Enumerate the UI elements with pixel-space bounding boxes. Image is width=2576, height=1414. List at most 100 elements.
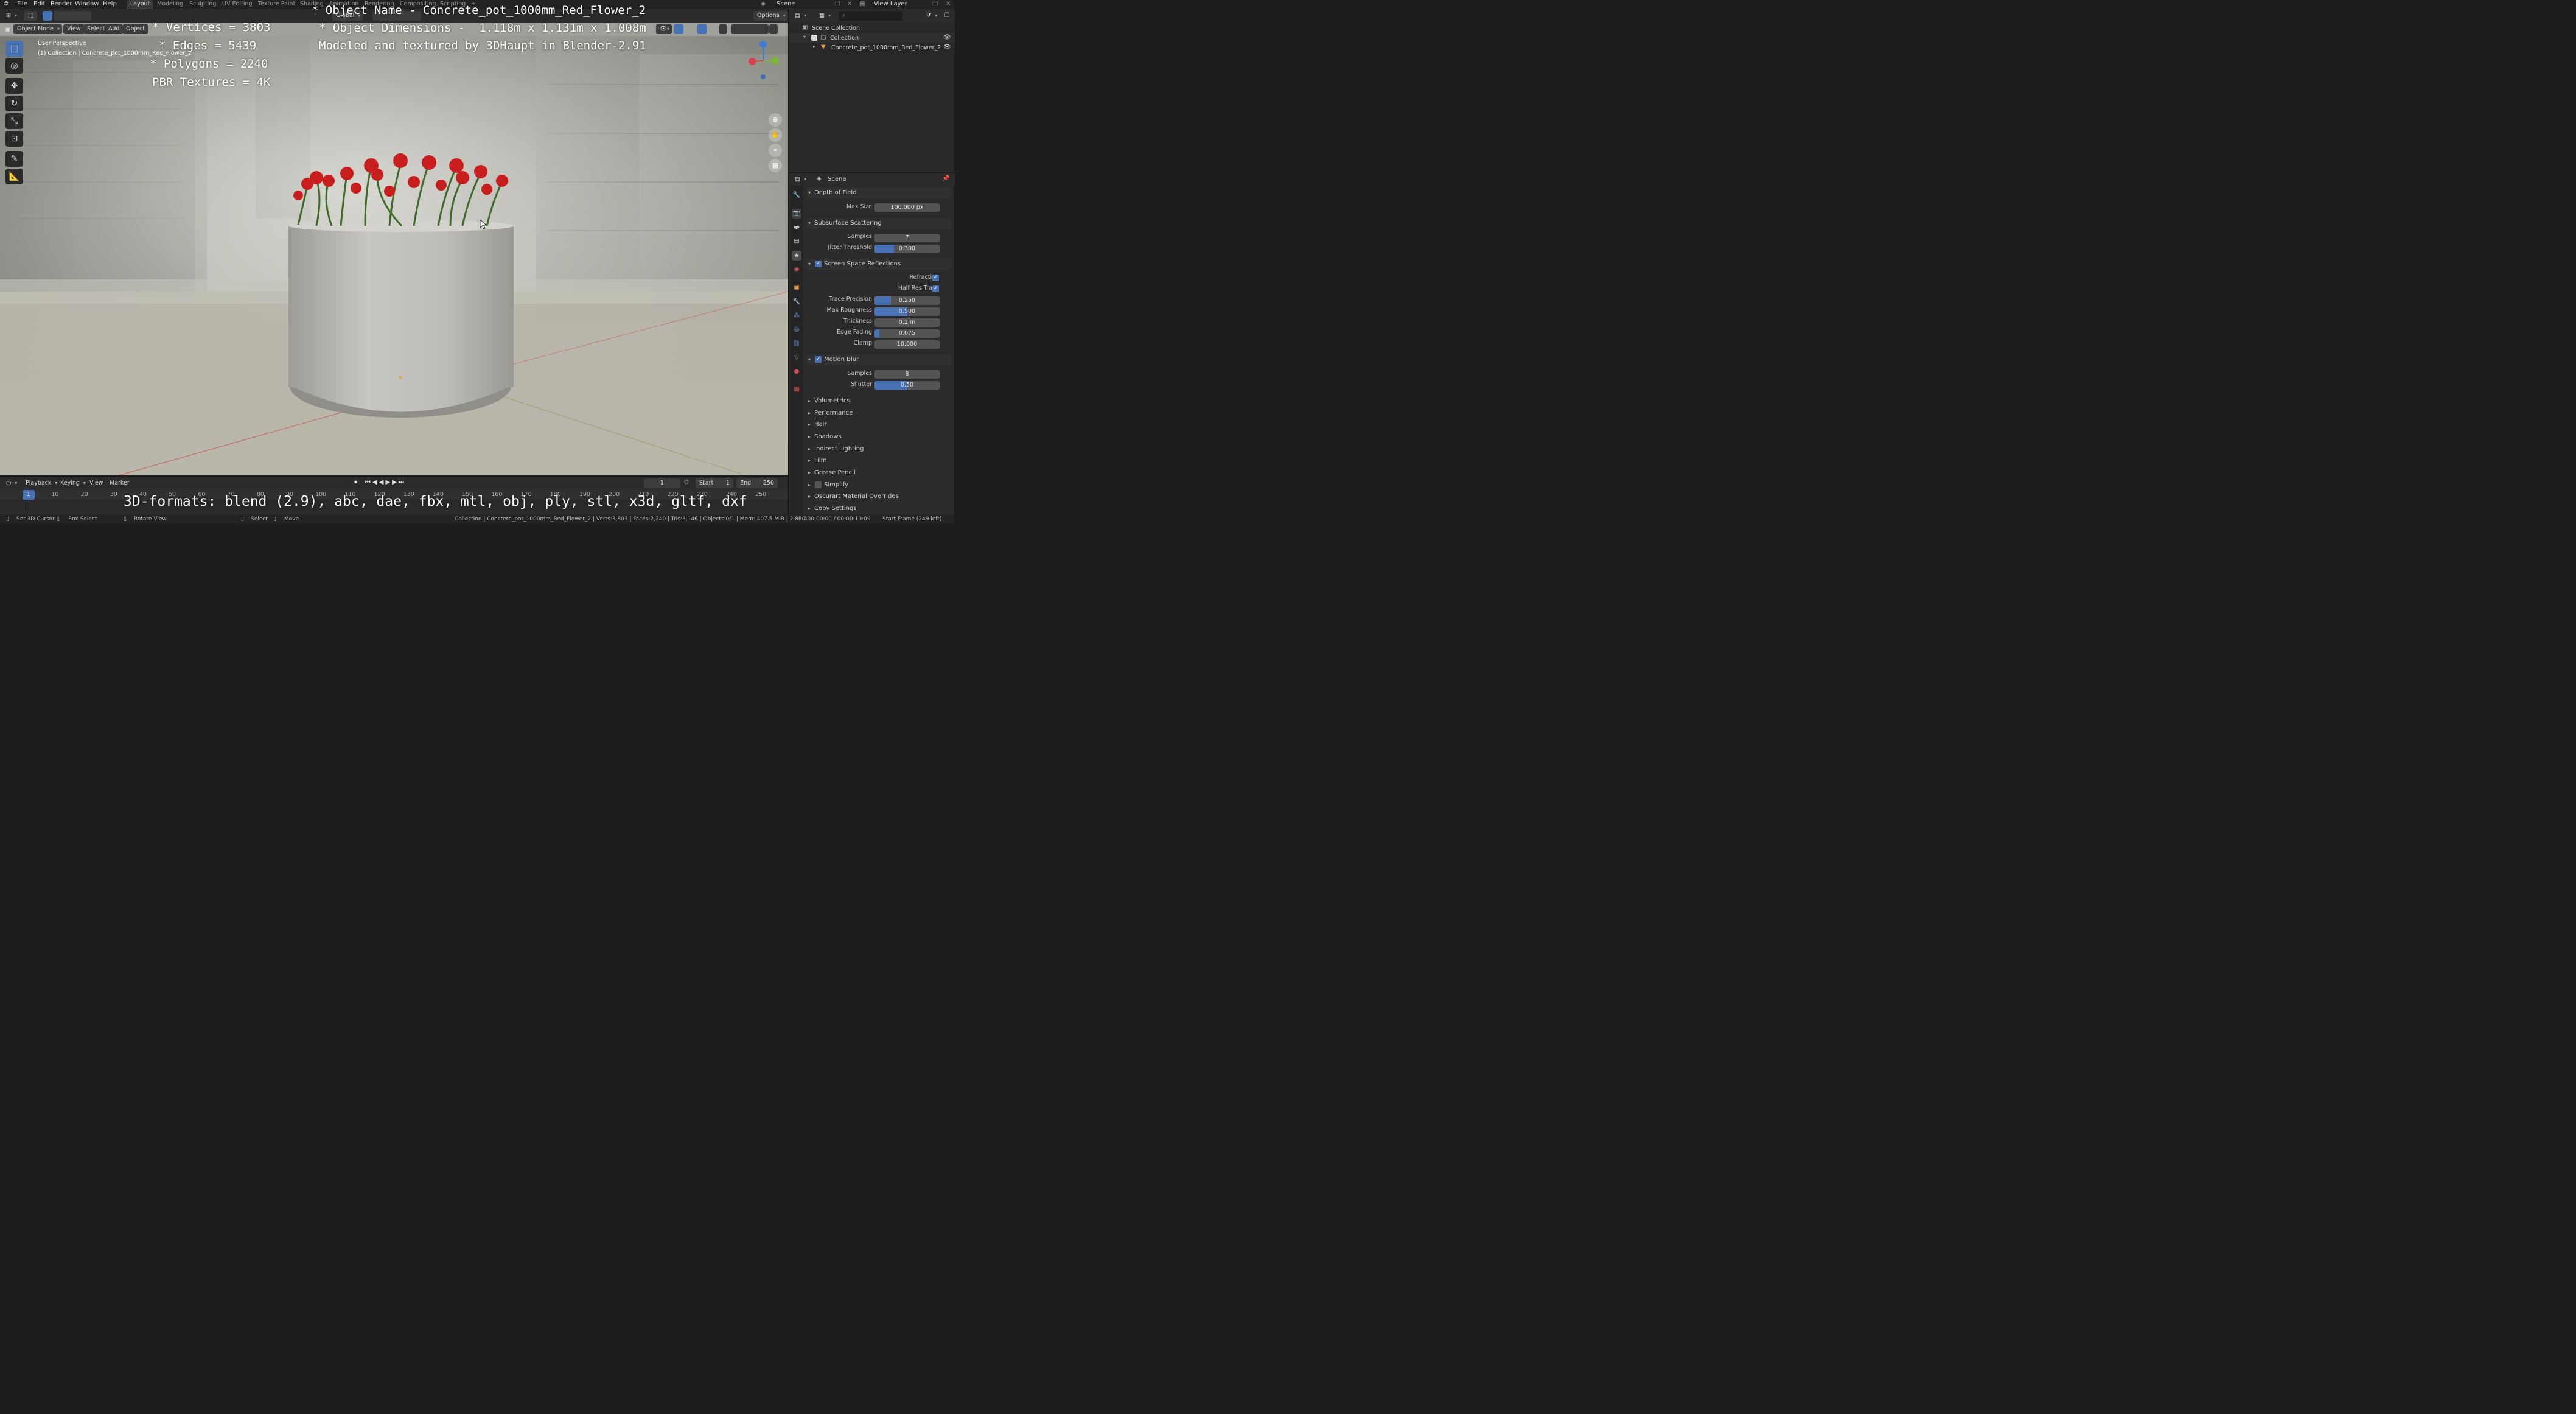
collection-checkbox[interactable]	[811, 35, 817, 41]
tab-uv-editing[interactable]: UV Editing	[219, 0, 256, 9]
scene-selector[interactable]: Scene	[777, 0, 795, 9]
new-scene-icon[interactable]: ❐	[835, 0, 840, 9]
scene-icon[interactable]: ◈	[761, 0, 766, 9]
section-depth-of-field[interactable]: ▾ Depth of Field	[806, 187, 951, 198]
3d-viewport[interactable]: User Perspective (1) Collection | Concre…	[0, 36, 788, 475]
view-layer-icon[interactable]: ▤	[859, 0, 865, 9]
data-tab-icon[interactable]: ▽	[792, 353, 801, 363]
particles-tab-icon[interactable]: ⁂	[792, 311, 801, 321]
section-subsurface-scattering[interactable]: ▾ Subsurface Scattering	[806, 218, 951, 229]
playhead[interactable]: 1	[23, 490, 35, 500]
properties-editor-type[interactable]: ▤	[791, 175, 809, 184]
start-frame-field[interactable]: Start 1	[696, 478, 733, 488]
outliner-row-scene-collection[interactable]: ▣ Scene Collection	[789, 24, 955, 33]
blender-logo-icon[interactable]: ✲	[4, 0, 9, 9]
display-mode-dropdown[interactable]: ▦	[815, 11, 833, 21]
gizmo-toggle[interactable]	[674, 24, 683, 34]
physics-tab-icon[interactable]: ◎	[792, 325, 801, 335]
measure-tool-icon[interactable]: 📐	[5, 169, 23, 184]
section-film[interactable]: ▸ Film	[806, 455, 951, 466]
menu-view[interactable]: View	[63, 24, 85, 34]
new-collection-icon[interactable]: ❐	[941, 11, 954, 21]
end-frame-field[interactable]: End 250	[736, 478, 778, 488]
edge-fading-slider[interactable]: 0.075	[874, 329, 940, 338]
menu-render[interactable]: Render	[51, 0, 72, 9]
record-icon[interactable]: ⏺	[354, 479, 357, 486]
menu-playback[interactable]: Playback	[22, 478, 60, 488]
section-copy-settings[interactable]: ▸ Copy Settings	[806, 503, 951, 514]
timeline-editor-type[interactable]: ◷	[2, 478, 19, 488]
tab-layout[interactable]: Layout	[127, 0, 153, 9]
move-tool-icon[interactable]: ✥	[5, 78, 23, 94]
motion-blur-checkbox[interactable]: ✓	[815, 356, 822, 363]
section-hair[interactable]: ▸ Hair	[806, 419, 951, 430]
section-screen-space-reflections[interactable]: ▾ ✓ Screen Space Reflections	[806, 259, 951, 270]
tab-modeling[interactable]: Modeling	[154, 0, 186, 9]
delete-scene-icon[interactable]: ✕	[847, 0, 852, 9]
view-layer-selector[interactable]: View Layer	[874, 0, 907, 9]
trace-precision-slider[interactable]: 0.250	[874, 296, 940, 305]
outliner-search-input[interactable]: ⌕	[839, 11, 902, 21]
constraints-tab-icon[interactable]: ⛓	[792, 339, 801, 349]
collection-expand-icon[interactable]: ▾	[803, 34, 806, 40]
refraction-checkbox[interactable]: ✓	[932, 275, 939, 281]
menu-help[interactable]: Help	[103, 0, 117, 9]
pin-icon[interactable]: 📌	[942, 175, 949, 182]
pan-hand-icon[interactable]: ✋	[769, 128, 782, 142]
clamp-field[interactable]: 10.000	[874, 340, 940, 349]
cursor-tool-icon[interactable]: ◎	[5, 58, 23, 74]
playback-controls[interactable]: ⏮◀◀▶▶⏭	[365, 479, 406, 486]
xray-toggle[interactable]	[719, 24, 727, 34]
overlay-toggle[interactable]	[697, 24, 707, 34]
simplify-checkbox[interactable]	[815, 481, 822, 488]
editor-type-button[interactable]: ⊞	[2, 11, 19, 21]
preview-range-icon[interactable]: ⏱	[684, 479, 689, 486]
half-res-trace-checkbox[interactable]: ✓	[932, 285, 939, 292]
camera-view-icon[interactable]: ⌖	[769, 144, 782, 157]
world-tab-icon[interactable]: ◉	[792, 265, 801, 275]
navigation-gizmo[interactable]	[747, 41, 781, 85]
tool-tab-icon[interactable]: 🔧	[792, 191, 801, 200]
max-size-field[interactable]: 100.000 px	[874, 203, 940, 212]
menu-marker[interactable]: Marker	[106, 478, 133, 488]
select-box-tool-icon[interactable]: ⬚	[5, 41, 23, 57]
section-simplify[interactable]: ▸ Simplify	[806, 480, 951, 491]
jitter-threshold-slider[interactable]: 0.300	[874, 245, 940, 253]
select-mode-buttons[interactable]	[54, 11, 91, 21]
mb-samples-field[interactable]: 8	[874, 370, 940, 379]
tab-texture-paint[interactable]: Texture Paint	[255, 0, 298, 9]
max-roughness-slider[interactable]: 0.500	[874, 307, 940, 316]
filter-icon[interactable]: ⧩	[923, 11, 940, 21]
object-mode-dropdown[interactable]: Object Mode	[13, 24, 62, 34]
outliner-row-collection[interactable]: ▾ ▢ Collection 👁	[789, 33, 955, 43]
thickness-field[interactable]: 0.2 m	[874, 318, 940, 327]
select-new-icon[interactable]	[43, 11, 52, 21]
shading-dropdown[interactable]	[769, 24, 778, 34]
modifier-tab-icon[interactable]: 🔧	[792, 297, 801, 307]
ortho-grid-icon[interactable]: ▦	[769, 159, 782, 172]
section-volumetrics[interactable]: ▸ Volumetrics	[806, 396, 951, 407]
section-performance[interactable]: ▸ Performance	[806, 408, 951, 419]
menu-keying[interactable]: Keying	[57, 478, 88, 488]
section-motion-blur[interactable]: ▾ ✓ Motion Blur	[806, 354, 951, 365]
ssr-enable-checkbox[interactable]: ✓	[815, 261, 822, 267]
section-grease-pencil[interactable]: ▸ Grease Pencil	[806, 467, 951, 478]
output-tab-icon[interactable]: 🖶	[792, 223, 801, 233]
section-oscurart[interactable]: ▸ Oscurart Material Overrides	[806, 491, 951, 502]
render-tab-icon[interactable]: 📷	[792, 209, 801, 219]
collection-visibility-icon[interactable]: 👁	[943, 34, 951, 41]
rotate-tool-icon[interactable]: ↻	[5, 96, 23, 111]
scene-tab-icon[interactable]: ◈	[792, 251, 801, 261]
options-dropdown[interactable]: Options	[753, 11, 788, 21]
material-tab-icon[interactable]: ●	[792, 367, 801, 377]
object-tab-icon[interactable]: ▣	[792, 283, 801, 293]
menu-object[interactable]: Object	[122, 24, 148, 34]
menu-add[interactable]: Add	[105, 24, 124, 34]
sss-samples-field[interactable]: 7	[874, 234, 940, 242]
menu-timeline-view[interactable]: View	[86, 478, 107, 488]
scale-tool-icon[interactable]: ⤡	[5, 113, 23, 129]
menu-edit[interactable]: Edit	[33, 0, 45, 9]
outliner-row-object[interactable]: ▸ ▼ Concrete_pot_1000mm_Red_Flower_2 👁	[789, 43, 955, 53]
tab-sculpting[interactable]: Sculpting	[186, 0, 219, 9]
texture-tab-icon[interactable]: ▩	[792, 385, 801, 394]
